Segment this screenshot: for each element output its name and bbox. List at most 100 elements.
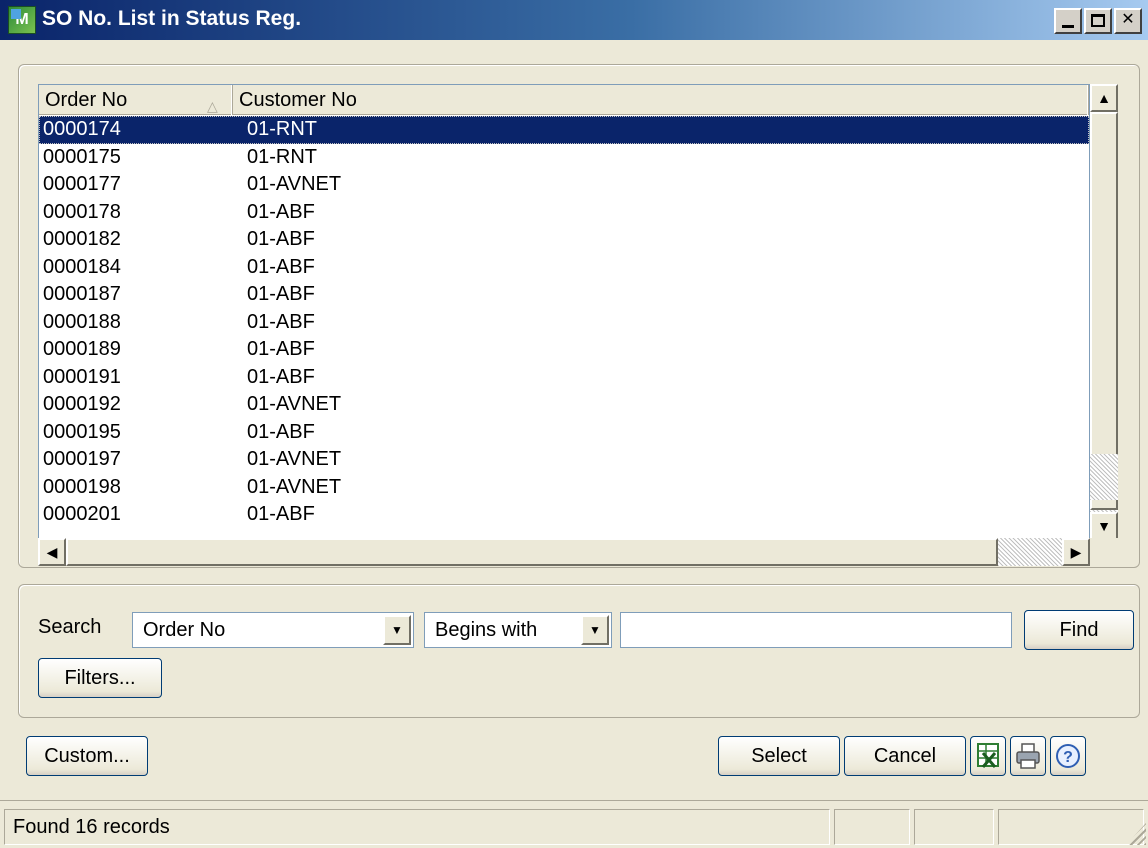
search-operator-select[interactable]: Begins with ▼ [424,612,612,648]
table-row[interactable]: 0000184 01-ABF [39,254,1089,282]
search-label: Search [38,616,102,638]
select-button[interactable]: Select [718,736,840,776]
svg-text:?: ? [1063,749,1073,766]
cell-customer-no: 01-RNT [247,145,318,168]
print-button[interactable] [1010,736,1046,776]
cancel-button-label: Cancel [873,745,937,767]
cell-order-no: 0000198 [43,475,121,498]
cell-customer-no: 01-ABF [247,255,315,278]
cell-order-no: 0000182 [43,228,121,250]
minimize-icon [1062,25,1074,28]
chevron-down-icon[interactable]: ▼ [581,615,609,645]
table-row[interactable]: 0000187 01-ABF [39,281,1089,309]
select-button-label: Select [751,745,807,767]
table-row[interactable]: 0000201 01-ABF [39,501,1089,529]
chevron-down-icon[interactable]: ▼ [383,615,411,645]
status-bar: Found 16 records [0,800,1148,848]
scroll-right-icon: ▶ [1070,544,1082,560]
cell-order-no: 0000189 [43,338,121,360]
cell-order-no: 0000197 [43,448,121,470]
cell-customer-no: 01-ABF [247,503,315,525]
table-row[interactable]: 0000175 01-RNT [39,144,1089,172]
table-row[interactable]: 0000198 01-AVNET [39,474,1089,502]
cell-customer-no: 01-ABF [247,283,315,305]
vertical-scroll-thumb[interactable] [1090,112,1118,510]
table-row[interactable]: 0000182 01-ABF [39,226,1089,254]
help-button[interactable]: ? [1050,736,1086,776]
table-row[interactable]: 0000191 01-ABF [39,364,1089,392]
cell-customer-no: 01-ABF [247,420,315,443]
scroll-right-button[interactable]: ▶ [1062,538,1090,566]
status-pane-main: Found 16 records [4,809,830,845]
close-icon: ✕ [1121,11,1135,28]
list-rows: 0000174 01-RNT 0000175 01-RNT 0000177 01-AVNE… [39,116,1089,529]
scroll-down-button[interactable]: ▼ [1090,512,1118,540]
scroll-down-icon: ▼ [1097,518,1111,534]
cell-order-no: 0000174 [43,118,121,140]
table-row[interactable]: 0000189 01-ABF [39,336,1089,364]
scroll-up-icon: ▲ [1097,90,1111,106]
export-excel-button[interactable] [970,736,1006,776]
cell-order-no: 0000195 [43,420,121,443]
cell-order-no: 0000188 [43,310,121,333]
title-bar[interactable]: M SO No. List in Status Reg. ✕ [0,0,1148,40]
cell-order-no: 0000184 [43,255,121,278]
maximize-button[interactable] [1084,8,1112,34]
cell-customer-no: 01-RNT [247,118,318,140]
help-icon: ? [1056,744,1080,768]
cell-order-no: 0000191 [43,365,121,388]
cell-order-no: 0000192 [43,393,121,415]
status-pane [834,809,910,845]
scroll-corner [1090,538,1118,566]
table-row[interactable]: 0000192 01-AVNET [39,391,1089,419]
horizontal-scroll-thumb[interactable] [66,538,998,566]
column-header-customer-no[interactable]: Customer No [233,85,1089,115]
filters-button[interactable]: Filters... [38,658,162,698]
maximize-icon [1091,14,1105,27]
horizontal-scroll-track[interactable] [998,538,1062,566]
cell-order-no: 0000177 [43,173,121,195]
order-list[interactable]: Order No △ Customer No 0000174 01-RNT 0000… [38,84,1090,566]
minimize-button[interactable] [1054,8,1082,34]
table-row[interactable]: 0000195 01-ABF [39,419,1089,447]
search-field-value: Order No [143,619,226,641]
custom-button[interactable]: Custom... [26,736,148,776]
cell-customer-no: 01-AVNET [247,448,342,470]
custom-button-label: Custom... [44,745,130,767]
search-operator-value: Begins with [435,619,538,641]
cell-customer-no: 01-ABF [247,365,315,388]
cancel-button[interactable]: Cancel [844,736,966,776]
cell-customer-no: 01-AVNET [247,475,342,498]
cell-customer-no: 01-ABF [247,200,315,223]
excel-icon [977,743,999,768]
horizontal-scrollbar[interactable]: ◀ ▶ [38,538,1090,566]
table-row[interactable]: 0000174 01-RNT [39,116,1089,144]
scroll-left-icon: ◀ [46,544,58,560]
cell-order-no: 0000187 [43,283,121,305]
search-group [18,584,1140,718]
search-input[interactable] [620,612,1012,648]
cell-customer-no: 01-ABF [247,310,315,333]
cell-customer-no: 01-ABF [247,338,315,360]
find-button-label: Find [1059,619,1099,641]
table-row[interactable]: 0000178 01-ABF [39,199,1089,227]
table-row[interactable]: 0000197 01-AVNET [39,446,1089,474]
column-label: Customer No [239,89,357,111]
column-header-order-no[interactable]: Order No △ [39,85,233,115]
table-row[interactable]: 0000188 01-ABF [39,309,1089,337]
search-field-select[interactable]: Order No ▼ [132,612,414,648]
column-label: Order No [45,89,128,111]
status-text: Found 16 records [13,816,170,838]
scroll-left-button[interactable]: ◀ [38,538,66,566]
window-title: SO No. List in Status Reg. [42,7,302,30]
table-row[interactable]: 0000177 01-AVNET [39,171,1089,199]
cell-customer-no: 01-ABF [247,228,315,250]
cell-order-no: 0000201 [43,503,121,525]
find-button[interactable]: Find [1024,610,1134,650]
cell-order-no: 0000178 [43,200,121,223]
filters-button-label: Filters... [64,667,136,689]
vertical-scroll-track[interactable] [1090,454,1118,500]
close-button[interactable]: ✕ [1114,8,1142,34]
app-icon[interactable]: M [8,6,36,34]
scroll-up-button[interactable]: ▲ [1090,84,1118,112]
